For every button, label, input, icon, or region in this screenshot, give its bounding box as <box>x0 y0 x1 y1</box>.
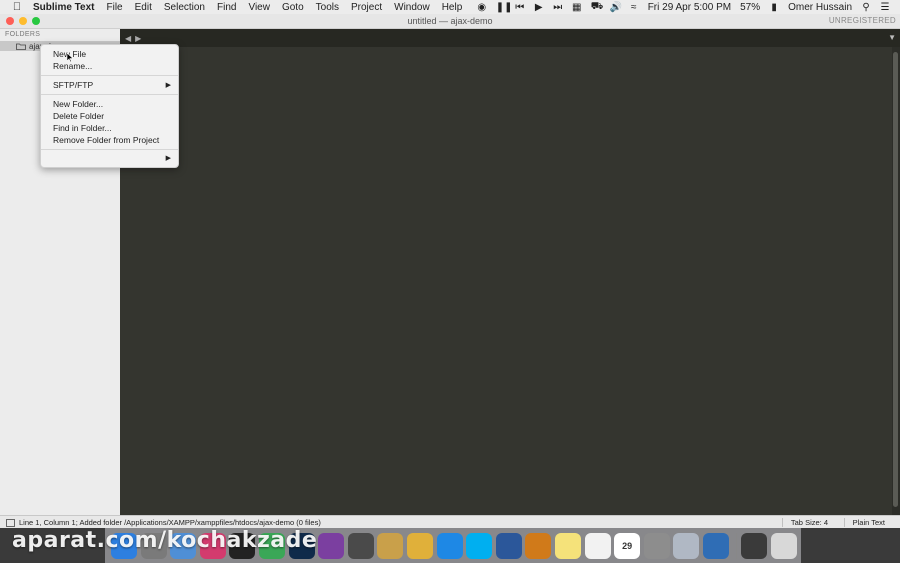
watermark-text: aparat.com/kochakzade <box>12 528 318 553</box>
pause-icon[interactable]: ❚❚ <box>496 2 513 13</box>
menu-separator <box>41 149 178 150</box>
folders-header: FOLDERS <box>5 31 41 38</box>
menu-view[interactable]: View <box>248 2 270 13</box>
menu-item-remove-folder-from-project[interactable]: Remove Folder from Project <box>53 135 159 145</box>
battery-percent[interactable]: 57% <box>740 2 760 13</box>
reminders-icon[interactable] <box>584 532 611 559</box>
teamviewer-icon[interactable] <box>436 532 463 559</box>
menu-app-name[interactable]: Sublime Text <box>33 2 95 13</box>
notification-center-icon[interactable]: ☰ <box>880 2 890 13</box>
play-icon[interactable]: ▶ <box>534 2 544 13</box>
notes-icon[interactable] <box>554 532 581 559</box>
folder-icon <box>16 43 26 50</box>
window-title: untitled — ajax-demo <box>407 16 493 26</box>
menu-item-new-folder[interactable]: New Folder... <box>53 99 103 109</box>
volume-icon[interactable]: 🔊 <box>610 2 622 13</box>
tab-overflow-chevron-icon[interactable]: ▼ <box>888 33 896 42</box>
dvd-player-icon[interactable] <box>525 532 552 559</box>
calendar-icon[interactable]: 29 <box>614 532 641 559</box>
sublime-text-icon[interactable] <box>347 532 374 559</box>
menu-item-delete-folder[interactable]: Delete Folder <box>53 111 104 121</box>
menu-tools[interactable]: Tools <box>316 2 339 13</box>
trash-icon[interactable] <box>771 532 798 559</box>
quicktime-icon[interactable] <box>702 532 729 559</box>
menubar-datetime[interactable]: Fri 29 Apr 5:00 PM <box>648 2 731 13</box>
tab-size-selector[interactable]: Tab Size: 4 <box>781 518 828 527</box>
menu-selection[interactable]: Selection <box>164 2 205 13</box>
menubar-user[interactable]: Omer Hussain <box>788 2 852 13</box>
simulator-icon[interactable] <box>741 532 768 559</box>
window-title-bar: untitled — ajax-demo UNREGISTERED <box>0 14 900 29</box>
dock-divider <box>736 532 738 559</box>
skype-blue-icon[interactable] <box>466 532 493 559</box>
menu-separator <box>41 75 178 76</box>
coins-icon[interactable] <box>406 532 433 559</box>
menu-separator <box>41 94 178 95</box>
phpstorm-icon[interactable] <box>318 532 345 559</box>
scrollbar-thumb[interactable] <box>893 52 898 507</box>
grid-icon[interactable]: ▦ <box>572 2 582 13</box>
status-message: Line 1, Column 1; Added folder /Applicat… <box>19 518 321 527</box>
editor-area[interactable] <box>120 47 892 515</box>
folder-context-menu: New File Rename... SFTP/FTP ▶ New Folder… <box>40 44 179 168</box>
menubar-status-area: ◉ ❚❚ ⏮ ▶ ⏭ ▦ ⛟ 🔊 ≈ Fri 29 Apr 5:00 PM 57… <box>477 1 900 14</box>
word-icon[interactable] <box>495 532 522 559</box>
menu-item-sftp-ftp[interactable]: SFTP/FTP <box>53 80 93 90</box>
spotlight-search-icon[interactable]: ⚲ <box>861 2 871 13</box>
submenu-arrow-icon[interactable]: ▶ <box>166 154 171 162</box>
truck-icon[interactable]: ⛟ <box>591 1 604 14</box>
unregistered-label: UNREGISTERED <box>828 16 896 25</box>
menu-item-rename[interactable]: Rename... <box>53 61 92 71</box>
menu-file[interactable]: File <box>107 2 123 13</box>
system-preferences-icon[interactable] <box>643 532 670 559</box>
tab-left-arrow-icon[interactable]: ◀ <box>125 34 131 43</box>
menu-item-find-in-folder[interactable]: Find in Folder... <box>53 123 112 133</box>
battery-icon[interactable]: ▮ <box>769 2 779 13</box>
wifi-icon[interactable]: ≈ <box>629 2 639 13</box>
menu-edit[interactable]: Edit <box>135 2 152 13</box>
menu-project[interactable]: Project <box>351 2 382 13</box>
mouse-pointer-icon <box>67 53 73 62</box>
vertical-scrollbar[interactable] <box>892 47 900 515</box>
tab-bar: ◀ ▶ ▼ <box>120 29 900 47</box>
previous-icon[interactable]: ⏮ <box>515 2 525 13</box>
status-bar: Line 1, Column 1; Added folder /Applicat… <box>0 515 900 529</box>
menu-help[interactable]: Help <box>442 2 463 13</box>
record-icon[interactable]: ◉ <box>477 2 487 13</box>
syntax-selector[interactable]: Plain Text <box>843 518 885 527</box>
mac-menu-bar:  Sublime Text File Edit Selection Find … <box>0 0 900 14</box>
next-icon[interactable]: ⏭ <box>553 2 563 13</box>
panel-toggle-icon[interactable] <box>6 519 15 527</box>
settings-gear-icon[interactable] <box>673 532 700 559</box>
tab-right-arrow-icon[interactable]: ▶ <box>135 34 141 43</box>
menu-window[interactable]: Window <box>394 2 430 13</box>
apple-menu-icon[interactable]:  <box>11 1 23 13</box>
submenu-arrow-icon: ▶ <box>165 82 171 89</box>
menu-goto[interactable]: Goto <box>282 2 304 13</box>
menu-find[interactable]: Find <box>217 2 236 13</box>
archive-icon[interactable] <box>377 532 404 559</box>
